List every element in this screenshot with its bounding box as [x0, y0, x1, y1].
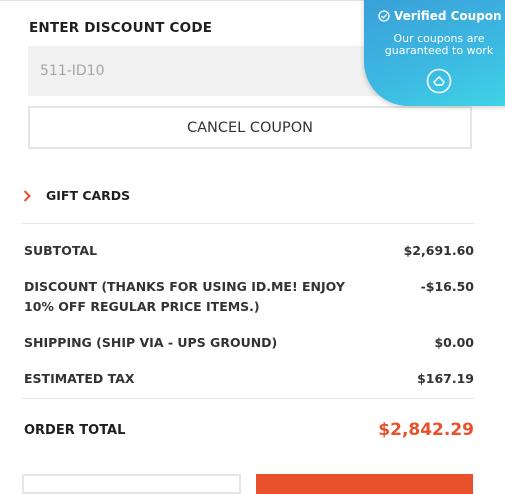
- order-total-value: $2,842.29: [378, 420, 474, 440]
- summary-row-subtotal: SUBTOTAL $2,691.60: [24, 241, 474, 261]
- cancel-coupon-button[interactable]: CANCEL COUPON: [28, 106, 472, 149]
- verified-coupon-header: Verified Coupon: [378, 9, 502, 23]
- total-divider: [22, 398, 474, 399]
- order-total-label: ORDER TOTAL: [24, 422, 126, 438]
- coupon-tag-icon: [426, 68, 452, 94]
- verified-coupon-text: Our coupons are guaranteed to work: [384, 32, 494, 57]
- secondary-action-button[interactable]: [22, 474, 241, 494]
- gift-cards-toggle[interactable]: GIFT CARDS: [22, 188, 130, 203]
- gift-cards-label: GIFT CARDS: [46, 188, 131, 203]
- subtotal-label: SUBTOTAL: [24, 243, 98, 258]
- shipping-label: SHIPPING (SHIP VIA - UPS GROUND): [24, 335, 278, 350]
- discount-code-heading: ENTER DISCOUNT CODE: [29, 20, 213, 36]
- summary-row-discount: DISCOUNT (THANKS FOR USING ID.ME! ENJOY …: [24, 277, 474, 317]
- summary-row-tax: ESTIMATED TAX $167.19: [24, 369, 474, 389]
- verified-coupon-title: Verified Coupon: [394, 9, 502, 23]
- summary-divider: [22, 223, 474, 224]
- summary-row-shipping: SHIPPING (SHIP VIA - UPS GROUND) $0.00: [24, 333, 474, 353]
- discount-value: -$16.50: [420, 279, 474, 294]
- check-circle-icon: [378, 10, 390, 22]
- shipping-value: $0.00: [434, 335, 474, 350]
- tax-label: ESTIMATED TAX: [24, 371, 135, 386]
- checkout-button[interactable]: [256, 474, 473, 494]
- verified-coupon-badge: Verified Coupon Our coupons are guarante…: [364, 0, 505, 106]
- chevron-right-icon: [23, 189, 31, 202]
- subtotal-value: $2,691.60: [403, 243, 474, 258]
- order-total-row: ORDER TOTAL $2,842.29: [24, 420, 474, 440]
- tax-value: $167.19: [417, 371, 474, 386]
- discount-label: DISCOUNT (THANKS FOR USING ID.ME! ENJOY …: [24, 279, 345, 314]
